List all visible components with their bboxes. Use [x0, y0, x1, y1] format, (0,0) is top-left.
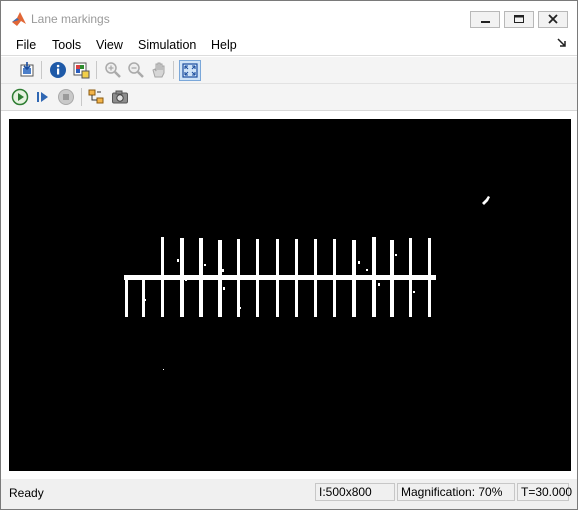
- menu-tools[interactable]: Tools: [52, 38, 81, 52]
- menu-help[interactable]: Help: [211, 38, 237, 52]
- step-forward-icon[interactable]: [34, 88, 52, 106]
- lane-markings-image: [124, 196, 490, 370]
- export-to-workspace-icon[interactable]: [18, 61, 36, 79]
- status-image-size: I:500x800: [315, 483, 395, 501]
- title-bar: Lane markings: [1, 1, 577, 35]
- run-icon[interactable]: [11, 88, 29, 106]
- toolbar-separator: [96, 61, 97, 79]
- close-button[interactable]: [538, 11, 568, 28]
- menu-view[interactable]: View: [96, 38, 123, 52]
- status-bar: Ready I:500x800 Magnification: 70% T=30.…: [1, 479, 577, 509]
- zoom-out-icon[interactable]: [127, 61, 145, 79]
- status-magnification: Magnification: 70%: [397, 483, 515, 501]
- zoom-in-icon[interactable]: [104, 61, 122, 79]
- image-display[interactable]: [9, 119, 571, 471]
- minimize-button[interactable]: [470, 11, 500, 28]
- menu-simulation[interactable]: Simulation: [138, 38, 196, 52]
- status-time: T=30.000: [517, 483, 572, 501]
- image-information-icon[interactable]: [49, 61, 67, 79]
- maximize-button[interactable]: [504, 11, 534, 28]
- status-ready: Ready: [9, 486, 44, 500]
- image-viewer-window: Lane markings File Tools View Simulation…: [0, 0, 578, 510]
- fit-to-view-button[interactable]: [179, 60, 201, 81]
- toolbar-simulation: [1, 84, 577, 111]
- minimize-icon: [481, 21, 490, 23]
- dock-arrow-icon[interactable]: [557, 38, 567, 48]
- maximize-icon: [514, 15, 524, 23]
- pixel-region-icon[interactable]: [72, 61, 90, 79]
- toolbar-separator: [41, 61, 42, 79]
- toolbar-separator: [173, 61, 174, 79]
- pan-icon[interactable]: [150, 61, 168, 79]
- close-icon: [548, 14, 558, 24]
- matlab-logo-icon: [12, 12, 26, 26]
- highlight-simulink-signal-icon[interactable]: [87, 88, 105, 106]
- toolbar-tools: [1, 57, 577, 84]
- fit-to-view-icon: [182, 63, 198, 78]
- stop-icon[interactable]: [57, 88, 75, 106]
- window-title: Lane markings: [31, 12, 110, 26]
- menu-file[interactable]: File: [16, 38, 36, 52]
- menu-bar: File Tools View Simulation Help: [1, 35, 577, 56]
- snapshot-icon[interactable]: [111, 88, 129, 106]
- toolbar-separator: [81, 88, 82, 106]
